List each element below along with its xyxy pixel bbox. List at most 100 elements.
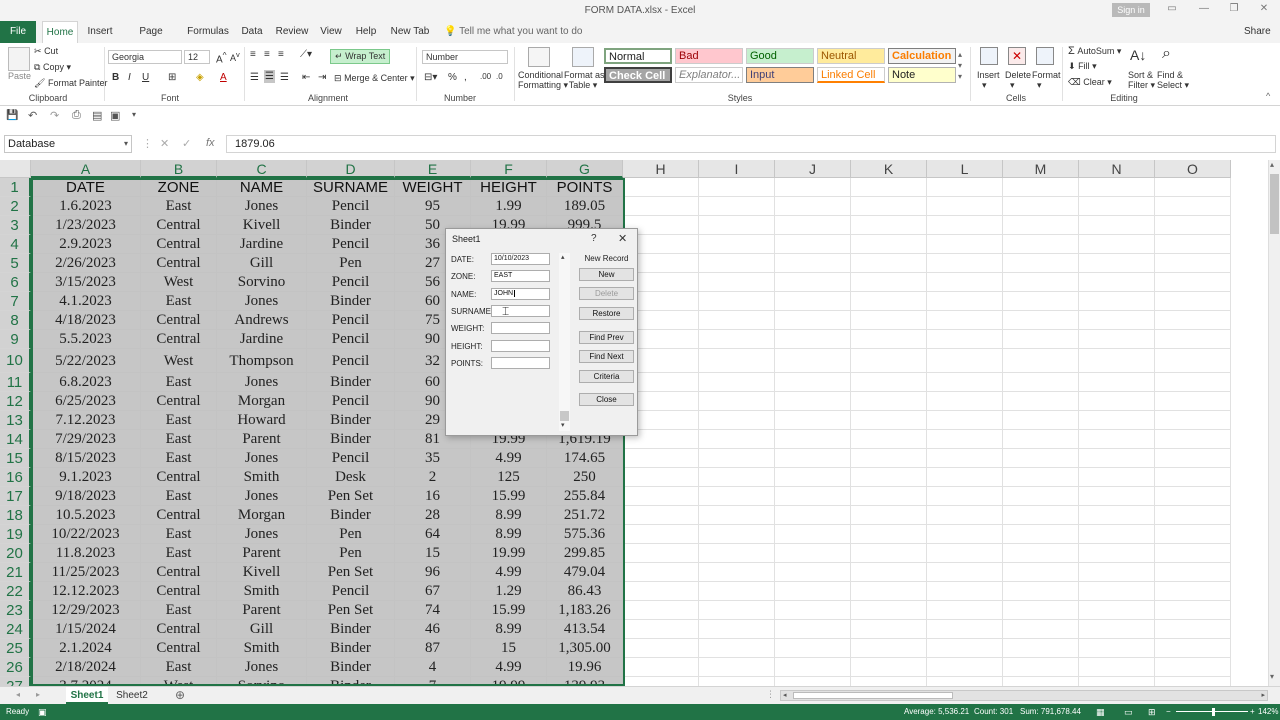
empty-cell[interactable]: [1155, 449, 1231, 468]
data-cell[interactable]: Smith: [217, 582, 307, 601]
ribbon-display-icon[interactable]: ▭: [1166, 3, 1178, 15]
header-cell[interactable]: POINTS: [547, 178, 623, 197]
select-all-corner[interactable]: [0, 160, 31, 178]
empty-cell[interactable]: [699, 639, 775, 658]
redo-icon[interactable]: ↷: [50, 109, 59, 122]
column-header-i[interactable]: I: [699, 160, 775, 178]
empty-cell[interactable]: [927, 506, 1003, 525]
data-cell[interactable]: Binder: [307, 639, 395, 658]
field-input-date[interactable]: 10/10/2023: [491, 253, 550, 265]
data-cell[interactable]: Jones: [217, 658, 307, 677]
column-header-a[interactable]: A: [31, 160, 141, 178]
empty-cell[interactable]: [851, 216, 927, 235]
empty-cell[interactable]: [1155, 273, 1231, 292]
empty-cell[interactable]: [1003, 601, 1079, 620]
row-header[interactable]: 17: [0, 487, 31, 506]
column-header-m[interactable]: M: [1003, 160, 1079, 178]
column-header-k[interactable]: K: [851, 160, 927, 178]
data-cell[interactable]: West: [141, 273, 217, 292]
align-middle-icon[interactable]: ≡: [264, 49, 270, 60]
empty-cell[interactable]: [1155, 601, 1231, 620]
find-prev-button[interactable]: Find Prev: [579, 331, 634, 344]
empty-cell[interactable]: [1003, 197, 1079, 216]
empty-cell[interactable]: [699, 254, 775, 273]
empty-cell[interactable]: [851, 178, 927, 197]
column-header-f[interactable]: F: [471, 160, 547, 178]
empty-cell[interactable]: [851, 582, 927, 601]
data-cell[interactable]: 413.54: [547, 620, 623, 639]
empty-cell[interactable]: [851, 601, 927, 620]
data-cell[interactable]: Sorvino: [217, 677, 307, 686]
restore-button[interactable]: Restore: [579, 307, 634, 320]
enter-formula-icon[interactable]: ✓: [182, 137, 191, 150]
zoom-out-icon[interactable]: −: [1166, 704, 1171, 720]
empty-cell[interactable]: [851, 373, 927, 392]
fx-icon[interactable]: fx: [206, 137, 215, 149]
macro-record-icon[interactable]: ▣: [38, 704, 47, 720]
empty-cell[interactable]: [927, 582, 1003, 601]
empty-cell[interactable]: [623, 197, 699, 216]
data-cell[interactable]: Pen Set: [307, 601, 395, 620]
empty-cell[interactable]: [1003, 392, 1079, 411]
data-cell[interactable]: Binder: [307, 677, 395, 686]
scroll-down-icon[interactable]: ▾: [1270, 672, 1274, 681]
empty-cell[interactable]: [775, 563, 851, 582]
data-cell[interactable]: 7: [395, 677, 471, 686]
empty-cell[interactable]: [1155, 658, 1231, 677]
empty-cell[interactable]: [699, 544, 775, 563]
empty-cell[interactable]: [1155, 468, 1231, 487]
column-header-c[interactable]: C: [217, 160, 307, 178]
empty-cell[interactable]: [1079, 449, 1155, 468]
row-header[interactable]: 13: [0, 411, 31, 430]
data-cell[interactable]: Parent: [217, 601, 307, 620]
data-cell[interactable]: Smith: [217, 639, 307, 658]
data-cell[interactable]: Binder: [307, 620, 395, 639]
data-cell[interactable]: East: [141, 292, 217, 311]
empty-cell[interactable]: [623, 677, 699, 686]
data-cell[interactable]: 251.72: [547, 506, 623, 525]
empty-cell[interactable]: [1079, 620, 1155, 639]
empty-cell[interactable]: [623, 449, 699, 468]
data-cell[interactable]: 16: [395, 487, 471, 506]
data-cell[interactable]: 3/15/2023: [31, 273, 141, 292]
row-header[interactable]: 19: [0, 525, 31, 544]
row-header[interactable]: 11: [0, 373, 31, 392]
data-cell[interactable]: Binder: [307, 373, 395, 392]
find-select-button[interactable]: Find & Select ▾: [1157, 70, 1189, 90]
data-cell[interactable]: 19.99: [471, 544, 547, 563]
empty-cell[interactable]: [1079, 311, 1155, 330]
data-cell[interactable]: Gill: [217, 254, 307, 273]
empty-cell[interactable]: [1155, 639, 1231, 658]
data-cell[interactable]: 174.65: [547, 449, 623, 468]
empty-cell[interactable]: [1003, 216, 1079, 235]
empty-cell[interactable]: [851, 292, 927, 311]
data-cell[interactable]: 575.36: [547, 525, 623, 544]
empty-cell[interactable]: [1155, 430, 1231, 449]
field-input-surname[interactable]: [491, 305, 550, 317]
empty-cell[interactable]: [1003, 178, 1079, 197]
empty-cell[interactable]: [775, 658, 851, 677]
empty-cell[interactable]: [1079, 292, 1155, 311]
empty-cell[interactable]: [851, 197, 927, 216]
empty-cell[interactable]: [1079, 254, 1155, 273]
data-cell[interactable]: Andrews: [217, 311, 307, 330]
empty-cell[interactable]: [1003, 639, 1079, 658]
data-cell[interactable]: 5.5.2023: [31, 330, 141, 349]
data-cell[interactable]: Central: [141, 468, 217, 487]
empty-cell[interactable]: [699, 449, 775, 468]
empty-cell[interactable]: [851, 487, 927, 506]
data-cell[interactable]: Binder: [307, 658, 395, 677]
empty-cell[interactable]: [1155, 373, 1231, 392]
data-cell[interactable]: Central: [141, 639, 217, 658]
empty-cell[interactable]: [1079, 216, 1155, 235]
empty-cell[interactable]: [927, 178, 1003, 197]
row-header[interactable]: 16: [0, 468, 31, 487]
empty-cell[interactable]: [775, 487, 851, 506]
empty-cell[interactable]: [623, 468, 699, 487]
empty-cell[interactable]: [1155, 197, 1231, 216]
empty-cell[interactable]: [1079, 658, 1155, 677]
data-cell[interactable]: 299.85: [547, 544, 623, 563]
increase-indent-icon[interactable]: ⇥: [318, 72, 326, 83]
data-cell[interactable]: 15: [471, 639, 547, 658]
data-cell[interactable]: 87: [395, 639, 471, 658]
